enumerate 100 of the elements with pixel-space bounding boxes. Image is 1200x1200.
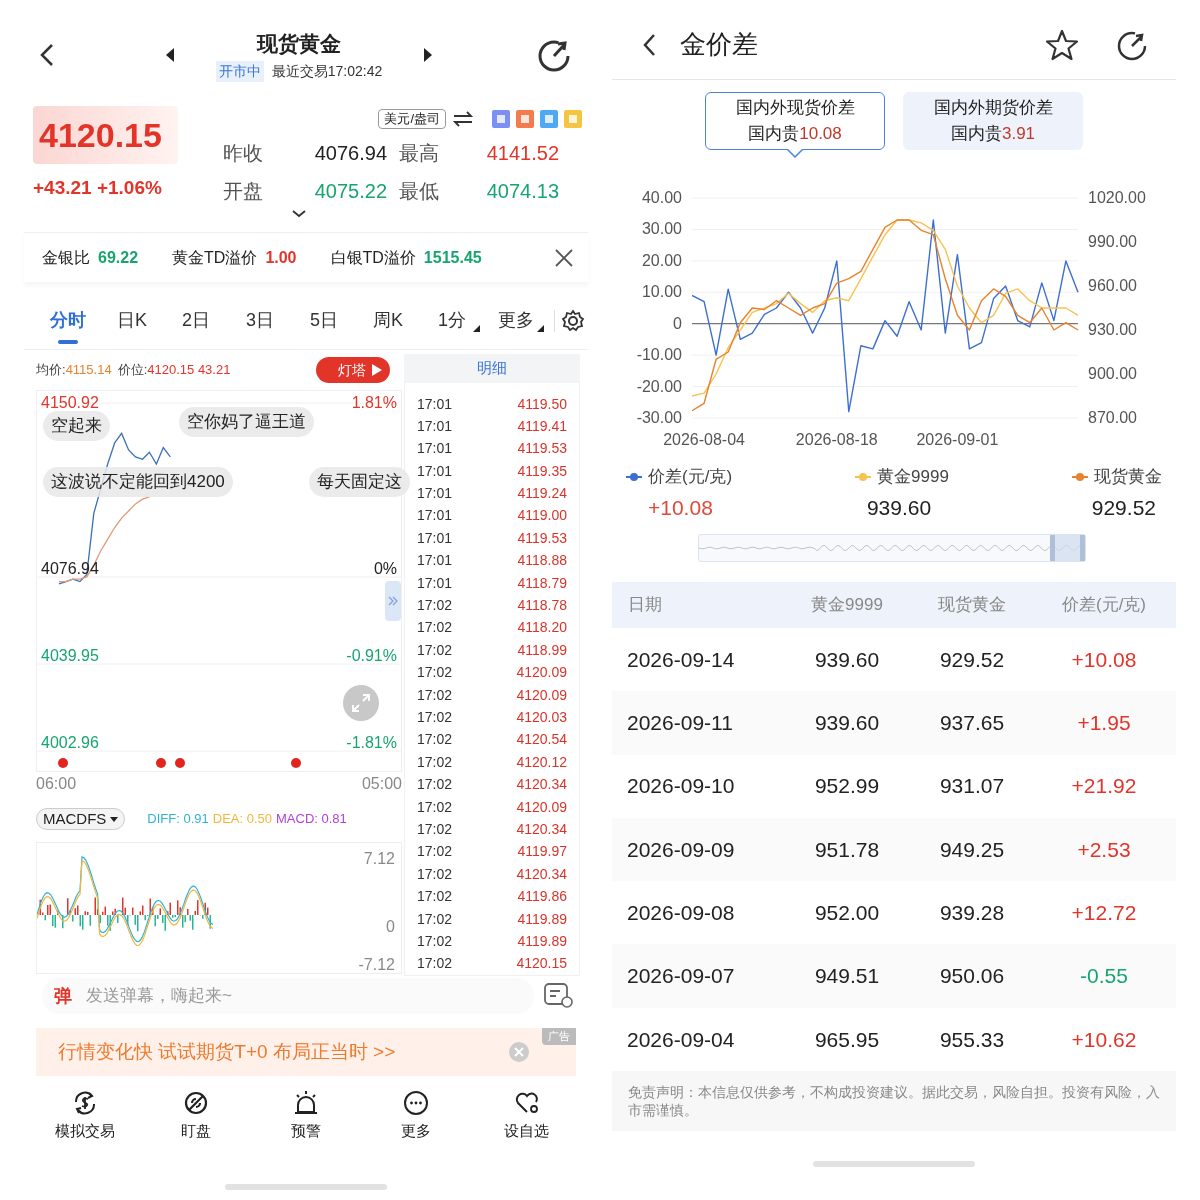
comment-bubble: 空起来 <box>43 411 110 441</box>
slashed-circle-icon <box>182 1090 209 1116</box>
table-cell-text: 937.65 <box>938 710 1006 737</box>
tick-time: 17:02 <box>417 819 453 839</box>
tick-price: 4118.88 <box>517 551 567 571</box>
comment-field[interactable]: 弹 发送弹幕，嗨起来~ <box>42 978 534 1014</box>
nav-item[interactable]: 设自选 <box>476 1090 577 1162</box>
settings-icon[interactable] <box>561 308 585 333</box>
event-dot-icon <box>155 757 167 769</box>
axis-label: 960.00 <box>1088 276 1137 296</box>
range-slider[interactable] <box>698 534 1086 562</box>
average-price-text: 均价:4115.14 <box>36 361 112 380</box>
table-cell-text: 952.00 <box>813 900 881 927</box>
axis-label: 1.81% <box>351 393 397 413</box>
table-cell-text: 951.78 <box>813 836 881 863</box>
table-cell-text: 931.07 <box>938 773 1006 800</box>
tick-price: 4118.79 <box>517 573 567 593</box>
nav-item[interactable]: 预警 <box>255 1090 356 1162</box>
chart-tab[interactable]: 周K <box>356 299 420 342</box>
table-cell-text: +12.72 <box>1070 900 1138 927</box>
tick-time: 17:01 <box>417 461 453 481</box>
expand-chevron-icon <box>292 210 306 218</box>
table-cell-text: +10.08 <box>1070 646 1138 673</box>
axis-label: -1.81% <box>346 733 397 753</box>
nav-item[interactable]: 盯盘 <box>145 1090 246 1162</box>
axis-label: 900.00 <box>1088 364 1137 384</box>
chart-tab[interactable]: 分时 <box>36 299 100 342</box>
nav-item[interactable]: 模拟交易 <box>35 1090 136 1162</box>
chart-tab[interactable]: 3日 <box>228 299 292 342</box>
axis-label: 20.00 <box>641 250 682 271</box>
axis-label: -7.12 <box>358 955 395 975</box>
tick-time: 17:02 <box>417 864 453 884</box>
close-icon[interactable] <box>554 247 574 268</box>
unit-selector[interactable]: 美元/盎司 <box>378 109 446 129</box>
nav-item[interactable]: 更多 <box>366 1090 467 1162</box>
axis-label: 4150.92 <box>41 393 99 413</box>
column-header: 日期 <box>627 594 663 617</box>
axis-label: 7.12 <box>363 849 395 869</box>
axis-label: -20.00 <box>636 376 682 397</box>
tick-price: 4119.53 <box>517 528 567 548</box>
column-header: 现货黄金 <box>937 594 1007 617</box>
axis-label: 4039.95 <box>41 646 99 666</box>
axis-label: -0.91% <box>346 646 397 666</box>
indicator-label: 黄金TD溢价 <box>172 247 258 268</box>
page-title: 金价差 <box>680 28 759 61</box>
tick-time: 17:02 <box>417 596 453 616</box>
comment-input[interactable]: 发送弹幕，嗨起来~ <box>86 983 534 1009</box>
tick-time: 17:02 <box>417 685 453 705</box>
table-cell-text: 939.28 <box>938 900 1006 927</box>
ad-tag: 广告 <box>542 1028 576 1045</box>
lighthouse-button[interactable]: 灯塔 <box>316 357 390 383</box>
chart-tab[interactable]: 更多 <box>484 299 548 342</box>
table-cell-text: 2026-09-14 <box>626 646 736 673</box>
legend-label: 价差(元/克) <box>648 466 733 488</box>
table-cell-text: 950.06 <box>938 963 1006 990</box>
tick-time: 17:01 <box>417 394 453 414</box>
legend-label: 现货黄金 <box>1094 466 1162 488</box>
tick-time: 17:02 <box>417 708 453 727</box>
tick-time: 17:02 <box>417 730 453 750</box>
axis-label: -30.00 <box>636 408 682 428</box>
table-cell-text: 939.60 <box>813 710 881 737</box>
indicator-value: 1.00 <box>265 247 297 268</box>
table-cell-text: -0.55 <box>1079 963 1129 990</box>
axis-label: 0 <box>673 313 682 334</box>
tick-time: 17:01 <box>417 484 453 504</box>
spread-toggle[interactable]: 国内外期货价差 国内贵3.91 <box>903 92 1083 150</box>
tick-time: 17:02 <box>417 775 453 795</box>
star-icon[interactable] <box>1046 28 1078 61</box>
swap-icon[interactable] <box>452 111 474 127</box>
stat-label: 开盘 <box>223 179 264 204</box>
indicator-selector[interactable]: MACDFS <box>36 808 126 830</box>
play-icon <box>372 364 382 376</box>
tick-price: 4118.78 <box>517 596 567 616</box>
comment-settings-icon[interactable] <box>544 983 574 1009</box>
danmaku-toggle[interactable]: 弹 <box>54 982 72 1010</box>
chart-tab[interactable]: 日K <box>100 299 164 342</box>
comment-bubble: 这波说不定能回到4200 <box>43 467 233 497</box>
chart-tab[interactable]: 5日 <box>292 299 356 342</box>
stat-value: 4076.94 <box>313 141 388 166</box>
tick-price: 4119.50 <box>517 394 567 414</box>
comment-bubble: 空你妈了逼王道 <box>179 407 314 437</box>
more-icon <box>403 1090 430 1116</box>
chart-tab[interactable]: 2日 <box>164 299 228 342</box>
tick-time: 17:02 <box>417 618 453 638</box>
axis-label: 4002.96 <box>41 733 99 753</box>
table-cell-text: 2026-09-10 <box>626 773 736 800</box>
tick-price: 4120.34 <box>516 819 567 839</box>
chart-tab[interactable]: 1分 <box>420 299 484 342</box>
stat-value: 4141.52 <box>485 141 560 166</box>
alarm-icon <box>292 1090 319 1116</box>
tick-price: 4120.03 <box>516 708 567 727</box>
tick-price: 4119.89 <box>517 909 567 929</box>
tick-time: 17:01 <box>417 573 453 593</box>
spread-toggle[interactable]: 国内外现货价差 国内贵10.08 <box>705 92 885 150</box>
table-cell-text: 939.60 <box>813 646 881 673</box>
heart-icon <box>513 1090 540 1116</box>
axis-label: 0 <box>386 917 395 937</box>
tick-time: 17:01 <box>417 416 453 436</box>
column-header: 价差(元/克) <box>1060 594 1147 617</box>
axis-label: 30.00 <box>641 219 682 240</box>
